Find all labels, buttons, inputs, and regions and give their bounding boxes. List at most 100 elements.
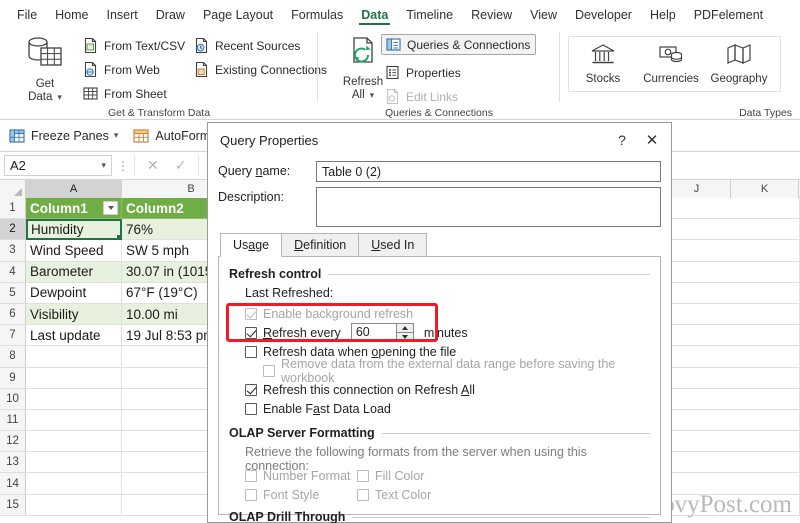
ribbon-tab-developer[interactable]: Developer bbox=[566, 4, 641, 25]
font-style-row: Font Style bbox=[245, 485, 357, 504]
spinner-down-arrow-icon[interactable] bbox=[397, 333, 413, 341]
cell-a9[interactable] bbox=[26, 367, 122, 389]
name-box-value: A2 bbox=[10, 158, 26, 173]
from-text-csv-button[interactable]: From Text/CSV bbox=[82, 37, 185, 54]
from-web-button[interactable]: From Web bbox=[82, 61, 160, 78]
get-data-button[interactable]: Get Data ▾ bbox=[14, 36, 76, 104]
ribbon-tab-view[interactable]: View bbox=[521, 4, 566, 25]
ribbon-tab-file[interactable]: File bbox=[8, 4, 46, 25]
geography-data-type-button[interactable]: Geography bbox=[705, 37, 773, 91]
more-vertical-icon[interactable]: ⋮ bbox=[112, 160, 134, 172]
description-input[interactable] bbox=[316, 187, 661, 227]
cell-a5[interactable]: Dewpoint bbox=[26, 282, 122, 304]
ribbon-tab-home[interactable]: Home bbox=[46, 4, 97, 25]
tab-used-in[interactable]: Used In bbox=[358, 233, 428, 257]
row-header-1[interactable]: 1 bbox=[0, 198, 26, 220]
ribbon-tab-pdfelement[interactable]: PDFelement bbox=[685, 4, 772, 25]
recent-sources-button[interactable]: Recent Sources bbox=[193, 37, 300, 54]
cell-a11[interactable] bbox=[26, 409, 122, 432]
text-color-row: Text Color bbox=[357, 485, 431, 504]
refresh-every-checkbox[interactable] bbox=[245, 326, 257, 339]
row-header-13[interactable]: 13 bbox=[0, 452, 26, 474]
cell-a3[interactable]: Wind Speed bbox=[26, 240, 122, 262]
chevron-down-icon: ▾ bbox=[57, 92, 62, 102]
cell-a4[interactable]: Barometer bbox=[26, 261, 122, 283]
row-header-3[interactable]: 3 bbox=[0, 240, 26, 262]
existing-connection-icon bbox=[193, 61, 210, 78]
ribbon-tab-data[interactable]: Data bbox=[352, 4, 397, 25]
enable-background-refresh-checkbox[interactable] bbox=[245, 307, 257, 320]
cell-a15[interactable] bbox=[26, 494, 122, 516]
ribbon-tab-insert[interactable]: Insert bbox=[98, 4, 147, 25]
row-header-9[interactable]: 9 bbox=[0, 367, 26, 389]
cell-a6[interactable]: Visibility bbox=[26, 303, 122, 326]
existing-connections-button[interactable]: Existing Connections bbox=[193, 61, 327, 78]
ribbon-tab-help[interactable]: Help bbox=[641, 4, 685, 25]
freeze-panes-button[interactable]: Freeze Panes ▾ bbox=[8, 127, 118, 145]
cell-a2[interactable]: Humidity bbox=[26, 219, 122, 241]
row-header-6[interactable]: 6 bbox=[0, 303, 26, 326]
refresh-interval-input[interactable]: 60 bbox=[350, 323, 397, 342]
refresh-control-group-label: Refresh control bbox=[229, 267, 650, 281]
refresh-interval-spin-buttons[interactable] bbox=[396, 323, 414, 342]
row-header-15[interactable]: 15 bbox=[0, 494, 26, 516]
get-data-label-line1: Get bbox=[35, 78, 55, 90]
close-icon[interactable]: ✕ bbox=[637, 126, 667, 154]
enable-fast-data-load-checkbox[interactable] bbox=[245, 402, 257, 415]
ribbon-tab-page-layout[interactable]: Page Layout bbox=[194, 4, 282, 25]
from-sheet-button[interactable]: From Sheet bbox=[82, 85, 167, 102]
fill-color-label: Fill Color bbox=[375, 468, 425, 483]
cell-a1[interactable]: Column1 bbox=[26, 198, 122, 220]
row-header-4[interactable]: 4 bbox=[0, 261, 26, 283]
web-file-icon bbox=[82, 61, 99, 78]
ribbon-tab-timeline[interactable]: Timeline bbox=[397, 4, 462, 25]
queries-and-connections-button[interactable]: Queries & Connections bbox=[381, 34, 537, 55]
usage-tab-panel: Refresh control Last Refreshed: Enable b… bbox=[218, 257, 661, 523]
cancel-x-icon[interactable]: ✕ bbox=[147, 157, 159, 174]
stocks-data-type-button[interactable]: Stocks bbox=[569, 37, 637, 91]
font-style-checkbox bbox=[245, 488, 257, 501]
cell-a8[interactable] bbox=[26, 346, 122, 368]
ribbon-tab-draw[interactable]: Draw bbox=[147, 4, 194, 25]
chevron-down-icon[interactable]: ▾ bbox=[101, 160, 106, 171]
column-header-j[interactable]: J bbox=[663, 180, 731, 198]
cell-a10[interactable] bbox=[26, 388, 122, 410]
row-header-8[interactable]: 8 bbox=[0, 346, 26, 368]
row-header-14[interactable]: 14 bbox=[0, 473, 26, 495]
row-header-10[interactable]: 10 bbox=[0, 388, 26, 410]
cell-a1-text: Column1 bbox=[30, 200, 88, 216]
name-box[interactable]: A2 ▾ bbox=[4, 155, 112, 176]
row-header-7[interactable]: 7 bbox=[0, 325, 26, 347]
refresh-every-row[interactable]: Refresh every 60 minutes bbox=[229, 323, 650, 342]
refresh-interval-stepper[interactable]: 60 bbox=[350, 323, 414, 342]
spinner-up-arrow-icon[interactable] bbox=[397, 324, 413, 332]
database-table-icon bbox=[25, 36, 65, 76]
properties-button[interactable]: Properties bbox=[384, 64, 461, 81]
row-header-12[interactable]: 12 bbox=[0, 431, 26, 453]
column-header-k[interactable]: K bbox=[731, 180, 799, 198]
row-header-5[interactable]: 5 bbox=[0, 282, 26, 304]
refresh-on-open-checkbox[interactable] bbox=[245, 345, 257, 358]
row-header-2[interactable]: 2 bbox=[0, 219, 26, 241]
help-icon[interactable]: ? bbox=[607, 126, 637, 154]
query-name-input[interactable]: Table 0 (2) bbox=[316, 161, 661, 182]
ribbon-group-data-types: Stocks Currencies Geography Data Types bbox=[560, 28, 800, 120]
enable-background-refresh-row[interactable]: Enable background refresh bbox=[229, 304, 650, 323]
refresh-on-refresh-all-checkbox[interactable] bbox=[245, 383, 257, 396]
cell-a14[interactable] bbox=[26, 473, 122, 495]
tab-usage[interactable]: Usage bbox=[220, 233, 283, 257]
cell-a7[interactable]: Last update bbox=[26, 325, 122, 347]
column-header-a[interactable]: A bbox=[26, 180, 122, 198]
ribbon-tab-review[interactable]: Review bbox=[462, 4, 521, 25]
select-all-corner[interactable] bbox=[0, 180, 26, 198]
ribbon-tab-formulas[interactable]: Formulas bbox=[282, 4, 352, 25]
cell-a12[interactable] bbox=[26, 431, 122, 453]
filter-dropdown-icon[interactable] bbox=[103, 201, 118, 215]
currencies-data-type-button[interactable]: Currencies bbox=[637, 37, 705, 91]
confirm-check-icon[interactable]: ✓ bbox=[175, 157, 187, 174]
row-header-11[interactable]: 11 bbox=[0, 409, 26, 432]
tab-definition[interactable]: Definition bbox=[281, 233, 360, 257]
enable-fast-data-load-row[interactable]: Enable Fast Data Load bbox=[229, 399, 650, 418]
cell-a13[interactable] bbox=[26, 452, 122, 474]
edit-links-button: Edit Links bbox=[384, 88, 458, 105]
